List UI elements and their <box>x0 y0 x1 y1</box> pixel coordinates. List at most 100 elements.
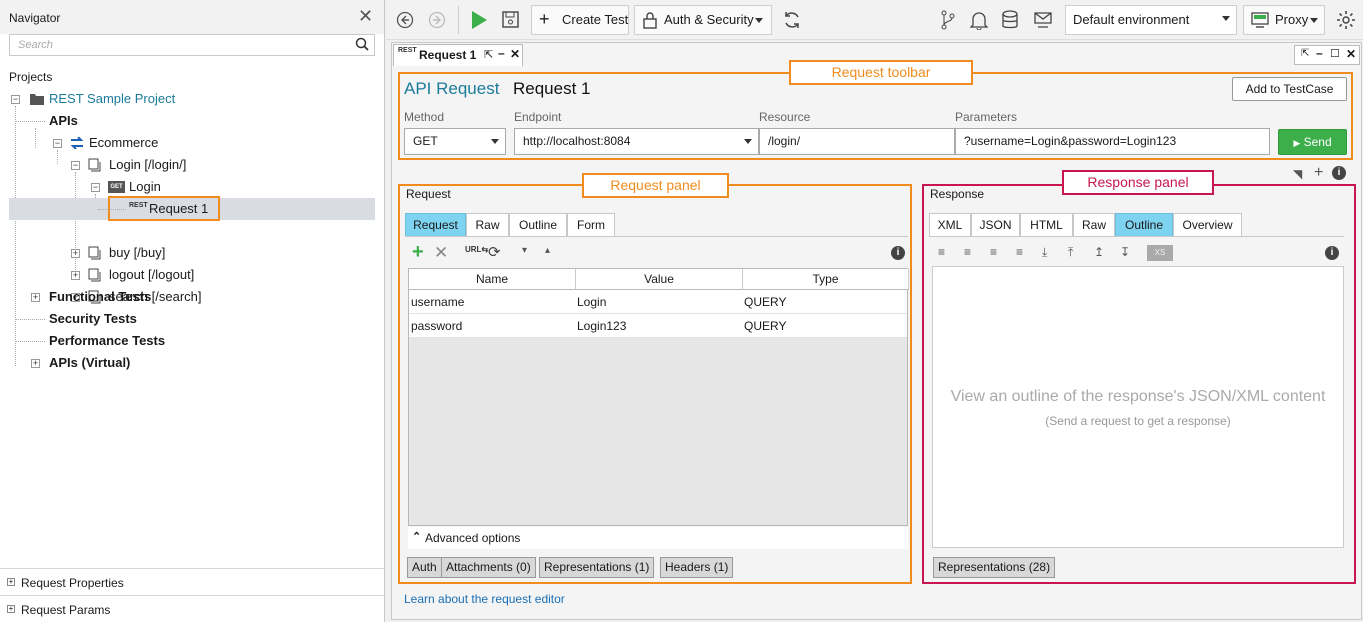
tab-outline[interactable]: Outline <box>1115 213 1173 237</box>
align-icon[interactable]: ≡ <box>964 245 971 259</box>
search-icon[interactable] <box>355 37 369 51</box>
advanced-options-toggle[interactable]: ⌃ Advanced options <box>408 527 908 549</box>
environment-select[interactable]: Default environment <box>1065 5 1237 35</box>
plus-icon[interactable]: + <box>1314 164 1323 182</box>
minimize-icon[interactable]: – <box>1316 46 1323 60</box>
cell-type[interactable]: QUERY <box>742 314 786 338</box>
response-content-area[interactable]: View an outline of the response's JSON/X… <box>932 266 1344 548</box>
request-name[interactable]: Request 1 <box>513 79 591 99</box>
collapse-level-icon[interactable]: ↧ <box>1120 245 1130 259</box>
save-icon[interactable] <box>502 11 519 28</box>
expand-level-icon[interactable]: ↥ <box>1094 245 1104 259</box>
collapse-all-icon[interactable]: ⤓ <box>1042 245 1047 260</box>
xpath-icon[interactable]: XS <box>1147 245 1173 261</box>
refresh-icon[interactable]: ⟳ <box>488 243 501 261</box>
tab-form[interactable]: Form <box>567 213 615 237</box>
expand-icon[interactable]: + <box>31 293 40 302</box>
expand-all-icon[interactable]: ⤒ <box>1068 245 1073 260</box>
resource-field[interactable]: /login/ <box>759 128 955 155</box>
auth-security-button[interactable]: Auth & Security <box>634 5 772 35</box>
align-icon[interactable]: ≡ <box>938 245 945 259</box>
resource-icon <box>88 158 101 172</box>
back-icon[interactable] <box>396 11 414 29</box>
cell-value[interactable]: Login <box>575 290 606 314</box>
bottom-tab-attachments[interactable]: Attachments (0) <box>441 557 536 578</box>
tab-xml[interactable]: XML <box>929 213 971 237</box>
url-encode-icon[interactable]: URL⇆ <box>465 245 488 254</box>
bottom-tab-representations[interactable]: Representations (1) <box>539 557 655 578</box>
move-up-icon[interactable]: ▴ <box>545 245 550 256</box>
database-icon[interactable] <box>1002 10 1018 30</box>
request-params-section[interactable]: + Request Params <box>0 595 384 622</box>
tab-outline[interactable]: Outline <box>509 213 567 237</box>
collapse-icon[interactable]: − <box>11 95 20 104</box>
delete-icon[interactable]: ✕ <box>434 243 448 263</box>
proxy-button[interactable]: Proxy <box>1243 5 1325 35</box>
pin-icon[interactable]: ⇱ <box>484 48 493 61</box>
search-input[interactable]: Search <box>9 34 375 56</box>
cell-type[interactable]: QUERY <box>742 290 786 314</box>
endpoint-select[interactable]: http://localhost:8084 <box>514 128 759 155</box>
proxy-label: Proxy <box>1275 12 1309 27</box>
info-icon[interactable]: i <box>891 246 905 260</box>
tab-request-1[interactable]: REST Request 1 ⇱ – ✕ <box>393 44 523 66</box>
expand-icon[interactable]: + <box>71 271 80 280</box>
bottom-tab-headers[interactable]: Headers (1) <box>660 557 734 578</box>
project-name: REST Sample Project <box>49 91 176 106</box>
column-header-name[interactable]: Name <box>409 269 576 290</box>
parameters-field[interactable]: ?username=Login&password=Login123 <box>955 128 1270 155</box>
method-select[interactable]: GET <box>404 128 506 155</box>
bottom-tab-auth[interactable]: Auth <box>407 557 442 578</box>
tab-json[interactable]: JSON <box>971 213 1020 237</box>
collapse-icon[interactable]: − <box>53 139 62 148</box>
tab-raw[interactable]: Raw <box>466 213 509 237</box>
table-row[interactable]: password Login123 QUERY <box>409 314 907 338</box>
collapse-icon[interactable]: − <box>91 183 100 192</box>
branch-icon[interactable] <box>940 10 956 30</box>
add-to-testcase-button[interactable]: Add to TestCase <box>1232 77 1347 101</box>
bottom-tab-representations[interactable]: Representations (28) <box>933 557 1056 578</box>
expand-icon[interactable]: + <box>7 605 15 613</box>
learn-link[interactable]: Learn about the request editor <box>404 592 565 606</box>
send-button[interactable]: ▶ Send <box>1278 129 1347 155</box>
tab-overview[interactable]: Overview <box>1173 213 1242 237</box>
expand-icon[interactable]: + <box>7 578 15 586</box>
request-properties-section[interactable]: + Request Properties <box>0 568 384 595</box>
minimize-icon[interactable]: – <box>498 46 505 60</box>
column-header-value[interactable]: Value <box>576 269 743 290</box>
cell-value[interactable]: Login123 <box>575 314 626 338</box>
cell-name[interactable]: username <box>409 290 464 314</box>
pin-icon[interactable]: ⇱ <box>1301 48 1309 59</box>
api-request-label: API Request <box>404 79 500 98</box>
info-icon[interactable]: i <box>1325 246 1339 260</box>
layout-icon[interactable]: ◥ <box>1293 167 1302 181</box>
add-icon[interactable]: + <box>412 241 424 264</box>
parameters-label: Parameters <box>955 110 1018 124</box>
virtual-service-icon[interactable] <box>1033 10 1053 30</box>
info-icon[interactable]: i <box>1332 166 1346 180</box>
tab-request[interactable]: Request <box>405 213 466 237</box>
gear-icon[interactable] <box>1336 10 1356 30</box>
bell-icon[interactable] <box>970 10 988 30</box>
column-header-type[interactable]: Type <box>743 269 909 290</box>
close-icon[interactable]: ✕ <box>1346 47 1356 61</box>
move-down-icon[interactable]: ▾ <box>522 245 527 256</box>
tab-raw[interactable]: Raw <box>1073 213 1115 237</box>
maximize-icon[interactable]: ☐ <box>1330 47 1340 60</box>
expand-icon[interactable]: + <box>71 249 80 258</box>
create-test-button[interactable]: + Create Test <box>531 5 629 35</box>
close-icon[interactable]: ✕ <box>358 6 373 27</box>
cell-name[interactable]: password <box>409 314 462 338</box>
response-empty-hint: (Send a request to get a response) <box>1045 414 1231 428</box>
run-icon[interactable] <box>470 10 488 30</box>
forward-icon[interactable] <box>428 11 446 29</box>
align-icon[interactable]: ≡ <box>1016 245 1023 259</box>
tab-html[interactable]: HTML <box>1020 213 1073 237</box>
collapse-icon[interactable]: − <box>71 161 80 170</box>
refresh-icon[interactable] <box>782 10 802 30</box>
table-row[interactable]: username Login QUERY <box>409 290 907 314</box>
close-icon[interactable]: ✕ <box>510 47 520 61</box>
chevron-down-icon <box>755 18 763 23</box>
align-icon[interactable]: ≡ <box>990 245 997 259</box>
expand-icon[interactable]: + <box>31 359 40 368</box>
